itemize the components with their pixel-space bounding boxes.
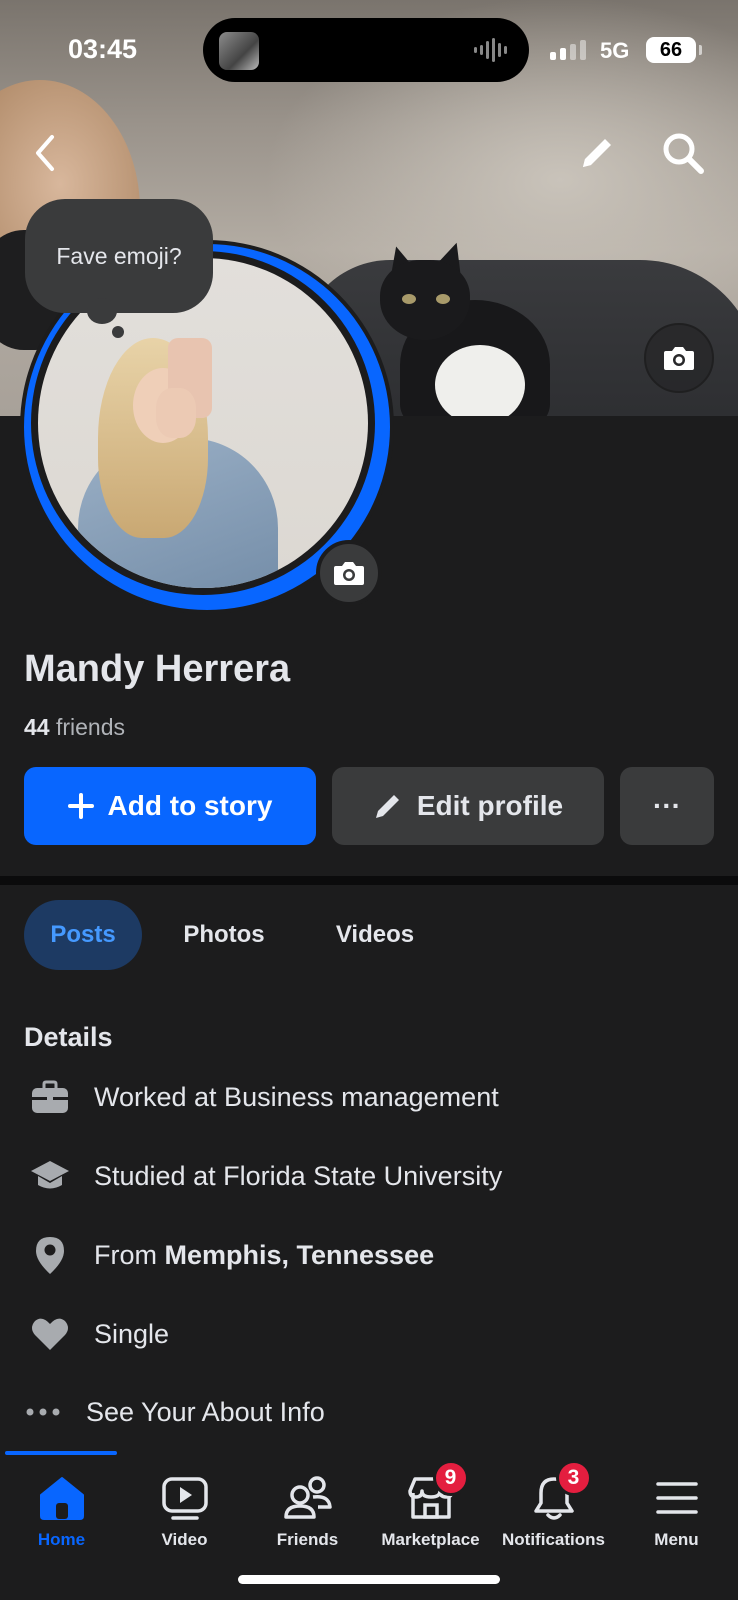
camera-icon xyxy=(334,562,364,585)
note-tail-small xyxy=(112,326,124,338)
section-divider xyxy=(0,876,738,885)
cover-cat xyxy=(380,238,550,416)
marketplace-badge: 9 xyxy=(432,1460,469,1496)
status-time: 03:45 xyxy=(68,34,138,64)
more-options-button[interactable]: ··· xyxy=(620,767,714,845)
back-button[interactable] xyxy=(20,128,70,178)
detail-relationship-text: Single xyxy=(94,1318,170,1349)
more-icon: ··· xyxy=(653,790,681,821)
cover-camera-button[interactable] xyxy=(644,323,714,393)
tab-posts[interactable]: Posts xyxy=(24,900,142,970)
tab-photos-label: Photos xyxy=(183,921,265,948)
nav-friends-label: Friends xyxy=(276,1530,339,1549)
graduation-cap-icon xyxy=(24,1151,76,1201)
nav-home[interactable]: Home xyxy=(0,1472,123,1550)
see-about-info-label: See Your About Info xyxy=(86,1396,325,1427)
search-icon xyxy=(663,133,704,174)
nav-video[interactable]: Video xyxy=(123,1472,246,1550)
note-tail xyxy=(87,298,117,324)
pencil-icon xyxy=(375,795,399,818)
nav-menu[interactable]: Menu xyxy=(615,1472,738,1550)
audio-wave-icon xyxy=(474,38,507,62)
nav-home-label: Home xyxy=(37,1530,86,1549)
nav-marketplace-label: Marketplace xyxy=(381,1530,480,1549)
profile-note-bubble[interactable]: Fave emoji? xyxy=(25,199,213,313)
briefcase-icon xyxy=(24,1072,76,1122)
tab-videos-label: Videos xyxy=(335,921,415,948)
dynamic-island[interactable] xyxy=(203,18,529,82)
profile-name: Mandy Herrera xyxy=(24,648,291,690)
notifications-badge: 3 xyxy=(555,1460,592,1496)
friends-number: 44 xyxy=(24,714,50,740)
signal-icon xyxy=(550,40,586,60)
marketplace-icon: 9 xyxy=(403,1460,469,1524)
friends-icon xyxy=(280,1472,336,1524)
plus-icon xyxy=(67,793,94,819)
edit-cover-button[interactable] xyxy=(572,128,622,178)
pencil-icon xyxy=(583,139,611,167)
see-about-info-link[interactable]: See Your About Info xyxy=(18,1387,325,1437)
detail-education-text: Studied at Florida State University xyxy=(94,1160,503,1191)
nav-video-label: Video xyxy=(161,1530,208,1549)
profile-camera-button[interactable] xyxy=(316,540,382,606)
edit-profile-button[interactable]: Edit profile xyxy=(332,767,604,845)
nav-notifications[interactable]: 3 Notifications xyxy=(492,1460,615,1550)
tab-posts-label: Posts xyxy=(50,921,116,948)
detail-hometown: From Memphis, Tennessee xyxy=(24,1230,434,1280)
detail-work-text: Worked at Business management xyxy=(94,1081,499,1112)
detail-education: Studied at Florida State University xyxy=(24,1151,502,1201)
chevron-left-icon xyxy=(36,135,54,171)
nav-friends[interactable]: Friends xyxy=(246,1472,369,1550)
heart-icon xyxy=(24,1309,76,1359)
detail-from-prefix: From xyxy=(94,1239,157,1270)
add-to-story-button[interactable]: Add to story xyxy=(24,767,316,845)
status-bar: 03:45 5G 66 xyxy=(0,0,738,100)
battery-icon: 66 xyxy=(646,37,702,63)
home-icon xyxy=(34,1472,90,1524)
network-type: 5G xyxy=(600,38,630,63)
nav-menu-label: Menu xyxy=(654,1530,699,1549)
search-button[interactable] xyxy=(658,128,708,178)
details-heading: Details xyxy=(24,1022,113,1052)
video-icon xyxy=(157,1472,213,1524)
profile-note-text: Fave emoji? xyxy=(56,242,182,269)
detail-work: Worked at Business management xyxy=(24,1072,499,1122)
tab-videos[interactable]: Videos xyxy=(314,900,436,970)
home-indicator[interactable] xyxy=(238,1575,500,1584)
detail-from-place[interactable]: Memphis, Tennessee xyxy=(165,1240,435,1270)
friends-label: friends xyxy=(55,714,126,740)
location-pin-icon xyxy=(24,1230,76,1280)
now-playing-thumbnail xyxy=(219,32,259,70)
friends-count[interactable]: 44 friends xyxy=(24,714,125,741)
bell-icon: 3 xyxy=(526,1460,592,1524)
add-to-story-label: Add to story xyxy=(107,790,273,821)
detail-relationship: Single xyxy=(24,1309,169,1359)
active-tab-indicator xyxy=(5,1451,117,1455)
camera-icon xyxy=(664,347,694,370)
tab-photos[interactable]: Photos xyxy=(164,900,284,970)
edit-profile-label: Edit profile xyxy=(416,790,564,821)
nav-notifications-label: Notifications xyxy=(502,1530,605,1549)
nav-marketplace[interactable]: 9 Marketplace xyxy=(369,1460,492,1550)
more-dots-icon xyxy=(18,1387,68,1437)
menu-icon xyxy=(649,1472,705,1524)
